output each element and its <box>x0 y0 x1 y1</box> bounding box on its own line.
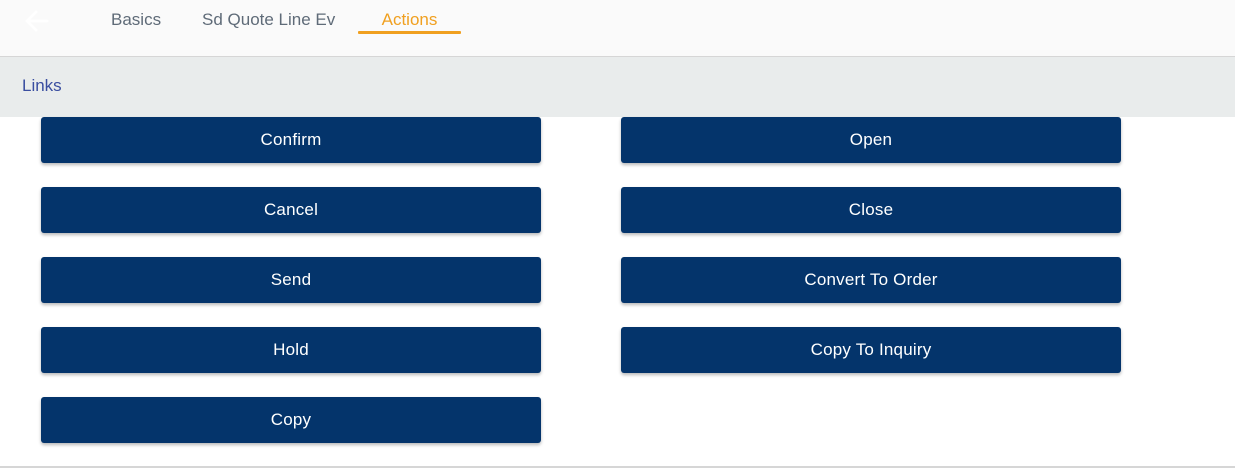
confirm-button[interactable]: Confirm <box>41 117 541 163</box>
active-tab-indicator <box>358 31 461 34</box>
tab-label: Basics <box>111 10 162 29</box>
tab-sd-quote-line-ev[interactable]: Sd Quote Line Ev <box>202 10 335 36</box>
bottom-divider <box>0 466 1235 468</box>
back-button[interactable] <box>22 9 50 33</box>
tab-label: Sd Quote Line Ev <box>202 10 336 29</box>
section-title: Links <box>22 76 62 95</box>
copy-button[interactable]: Copy <box>41 397 541 443</box>
top-navigation-bar: Basics Sd Quote Line Ev Actions <box>0 0 1235 57</box>
hold-button[interactable]: Hold <box>41 327 541 373</box>
arrow-left-icon <box>25 10 49 32</box>
copy-to-inquiry-button[interactable]: Copy To Inquiry <box>621 327 1121 373</box>
send-button[interactable]: Send <box>41 257 541 303</box>
actions-panel: Confirm Cancel Send Hold Copy Open Close… <box>0 117 1235 467</box>
tab-basics[interactable]: Basics <box>111 10 161 36</box>
tab-label: Actions <box>381 10 438 29</box>
cancel-button[interactable]: Cancel <box>41 187 541 233</box>
close-button[interactable]: Close <box>621 187 1121 233</box>
convert-to-order-button[interactable]: Convert To Order <box>621 257 1121 303</box>
open-button[interactable]: Open <box>621 117 1121 163</box>
links-section-header: Links <box>0 57 1235 117</box>
